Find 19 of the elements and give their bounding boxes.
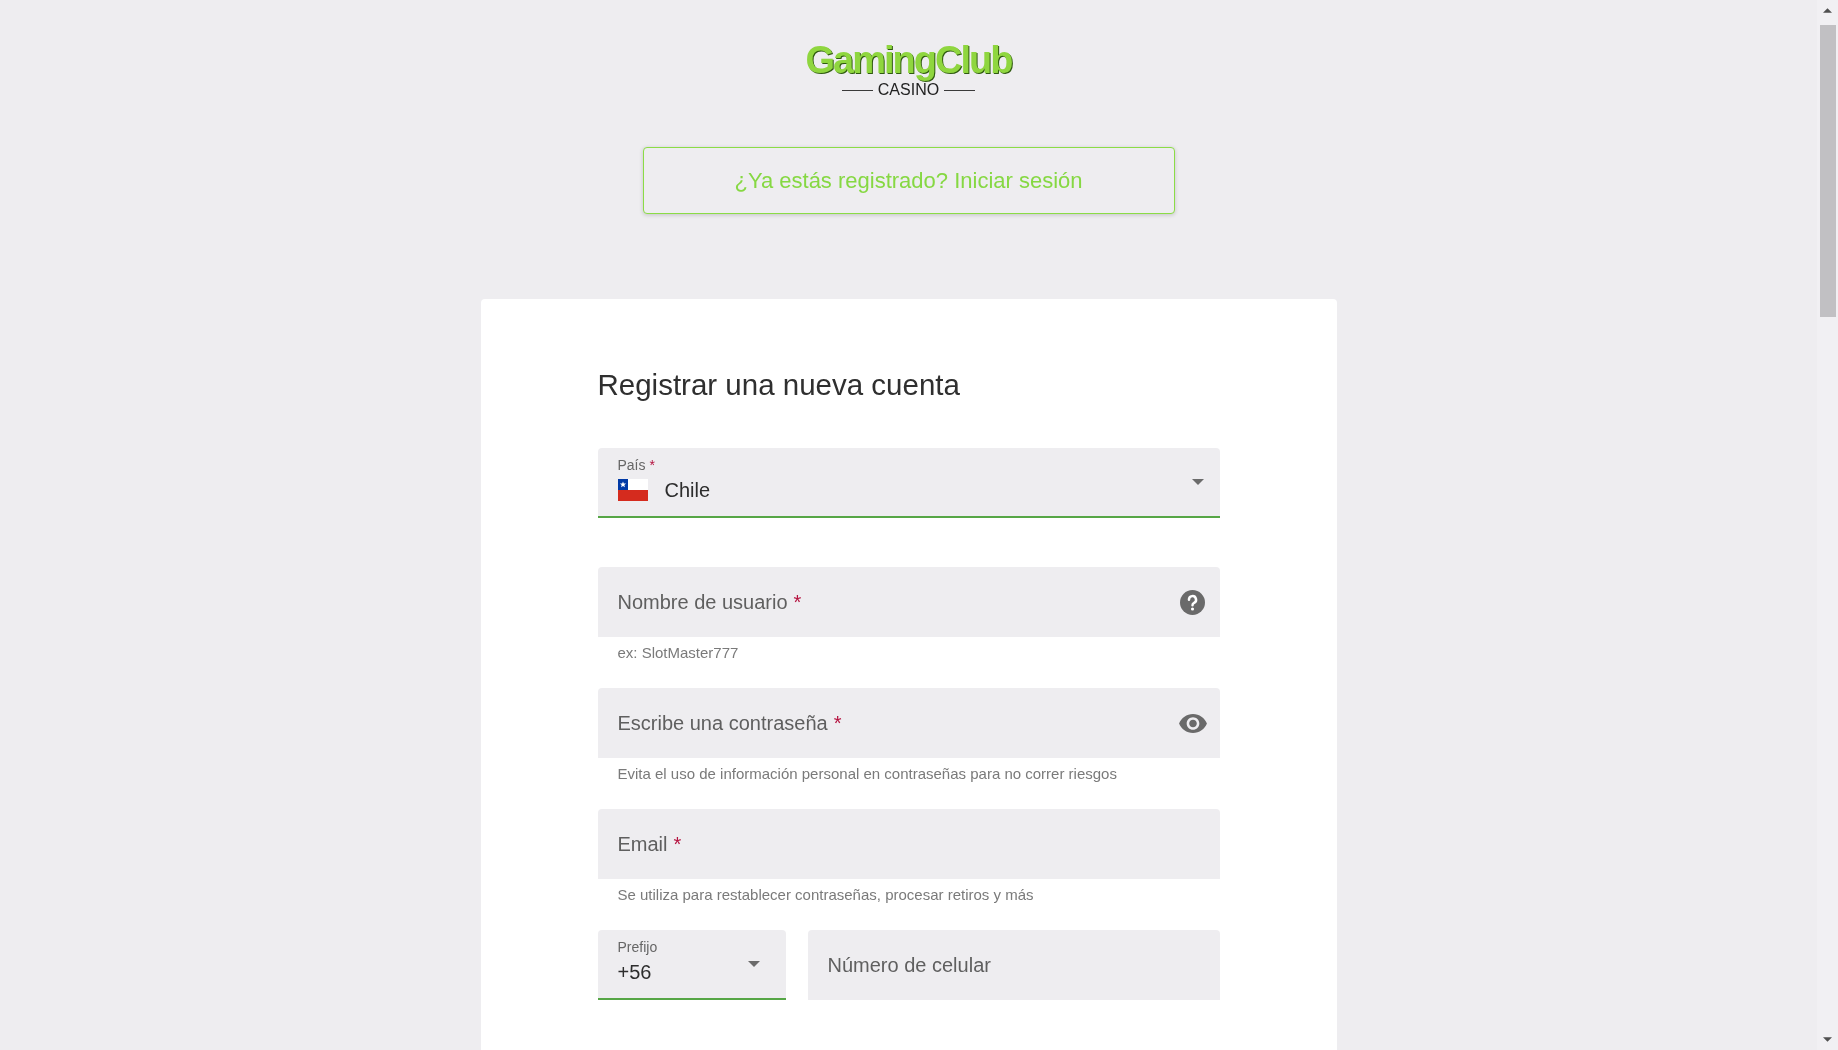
form-title: Registrar una nueva cuenta [597,367,960,403]
field-hint: Se utiliza para restablecer contraseñas, procesar retiros y más [616,885,1034,905]
field-hint: ex: SlotMaster777 [616,643,739,663]
logo-subtitle: CASINO [877,81,940,99]
scroll-up-arrow-icon[interactable] [1823,8,1832,13]
caret-down-icon [747,961,760,967]
flag-icon [617,479,648,501]
country-select[interactable]: País * Chile [597,448,1220,518]
email-field[interactable]: Email * [597,809,1220,879]
password-field[interactable]: Escribe una contraseña * [597,688,1220,758]
eye-icon[interactable] [1178,713,1207,733]
caret-down-icon [1191,479,1204,485]
field-hint: Evita el uso de información personal en contraseñas para no correr riesgos [616,764,1117,784]
phone-field[interactable]: Número de celular [807,930,1220,1000]
scrollbar-thumb[interactable] [1819,25,1836,317]
username-field[interactable]: Nombre de usuario * [597,567,1220,637]
help-icon[interactable] [1179,589,1205,615]
scroll-down-arrow-icon[interactable] [1823,1037,1832,1042]
prefix-select[interactable]: Prefijo +56 [597,930,786,1000]
